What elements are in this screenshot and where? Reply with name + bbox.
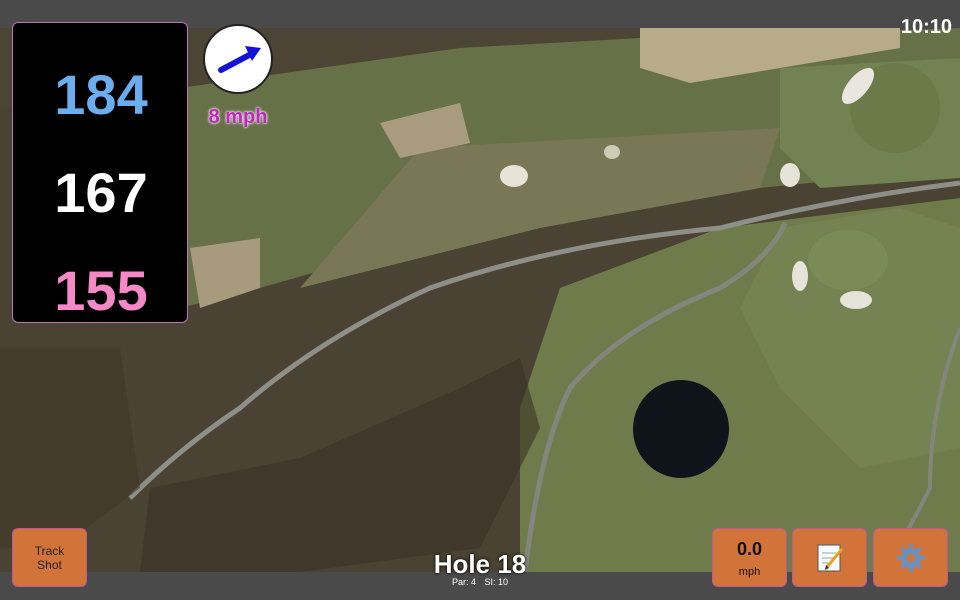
arrow-up-right-icon bbox=[218, 46, 261, 73]
wind-speed-label: 8 mph bbox=[208, 106, 268, 128]
notes-button[interactable] bbox=[792, 528, 867, 587]
hole-title: Hole 18 bbox=[433, 549, 527, 579]
distance-panel: 184 167 155 bbox=[12, 22, 188, 323]
hole-stroke-index: SI: 10 bbox=[484, 577, 509, 587]
distance-back: 184 bbox=[54, 63, 148, 126]
hole-info: Par: 4 SI: 10 bbox=[380, 577, 580, 587]
track-shot-label: Track Shot bbox=[34, 543, 65, 572]
distance-front: 155 bbox=[54, 259, 148, 322]
wind-speed-button[interactable]: 0.0 mph bbox=[712, 528, 787, 587]
hole-par: Par: 4 bbox=[451, 577, 476, 587]
notepad-icon bbox=[817, 544, 844, 572]
clock: 10:10 bbox=[900, 16, 952, 38]
gear-icon bbox=[897, 544, 925, 572]
settings-button[interactable] bbox=[873, 528, 948, 587]
track-shot-button[interactable]: Track Shot bbox=[12, 528, 87, 587]
distance-middle: 167 bbox=[54, 161, 148, 224]
wind-button-value: 0.0 bbox=[736, 539, 763, 559]
wind-button-unit: mph bbox=[738, 566, 761, 578]
wind-direction-indicator bbox=[203, 24, 273, 94]
